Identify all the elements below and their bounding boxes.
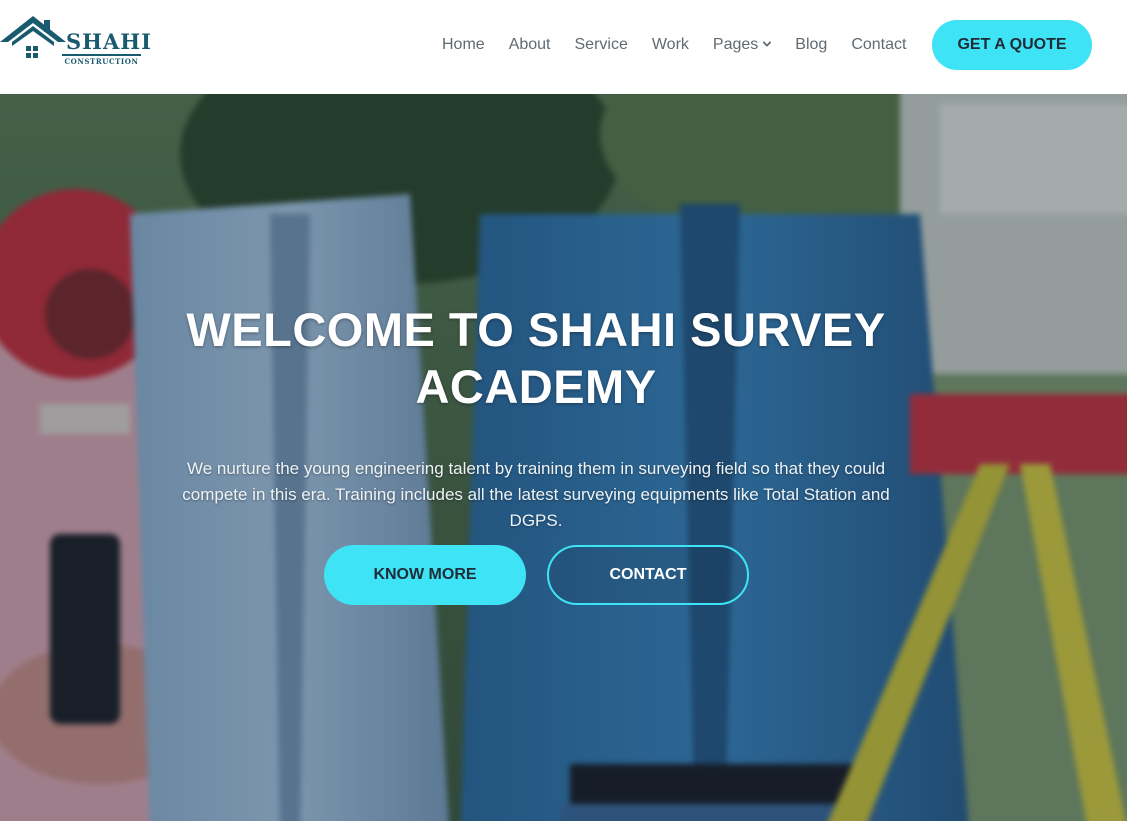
- chevron-down-icon: [763, 41, 772, 47]
- hero-section: WELCOME TO SHAHI SURVEY ACADEMY We nurtu…: [0, 94, 1127, 821]
- house-logo-icon: [0, 16, 66, 58]
- main-nav: Home About Service Work Pages Blog Conta…: [430, 0, 918, 90]
- nav-item-label: Service: [574, 36, 628, 53]
- nav-item-about[interactable]: About: [509, 36, 551, 54]
- nav-item-label: Home: [442, 36, 485, 53]
- nav-item-label: About: [508, 36, 551, 53]
- hero-description: We nurture the young engineering talent …: [182, 459, 890, 530]
- nav-item-label: Blog: [795, 36, 828, 53]
- nav-item-label: Pages: [712, 36, 759, 53]
- nav-item-pages[interactable]: Pages: [712, 36, 772, 54]
- nav-item-label: Work: [651, 36, 689, 53]
- nav-item-service[interactable]: Service: [575, 36, 628, 54]
- logo-divider: [62, 54, 141, 56]
- nav-item-home[interactable]: Home: [442, 36, 485, 54]
- nav-item-work[interactable]: Work: [652, 36, 689, 54]
- know-more-button[interactable]: KNOW MORE: [324, 545, 526, 605]
- site-logo[interactable]: SHAHI CONSTRUCTION: [0, 14, 152, 70]
- site-header: SHAHI CONSTRUCTION Home About Service Wo…: [0, 0, 1127, 94]
- nav-item-contact[interactable]: Contact: [851, 36, 906, 54]
- contact-button[interactable]: CONTACT: [547, 545, 749, 605]
- logo-tagline: CONSTRUCTION: [64, 57, 139, 66]
- logo-wordmark: SHAHI: [66, 29, 152, 54]
- nav-item-label: Contact: [851, 36, 907, 53]
- hero-title: WELCOME TO SHAHI SURVEY ACADEMY: [186, 303, 886, 413]
- nav-item-blog[interactable]: Blog: [795, 36, 827, 54]
- get-a-quote-button[interactable]: GET A QUOTE: [932, 20, 1092, 70]
